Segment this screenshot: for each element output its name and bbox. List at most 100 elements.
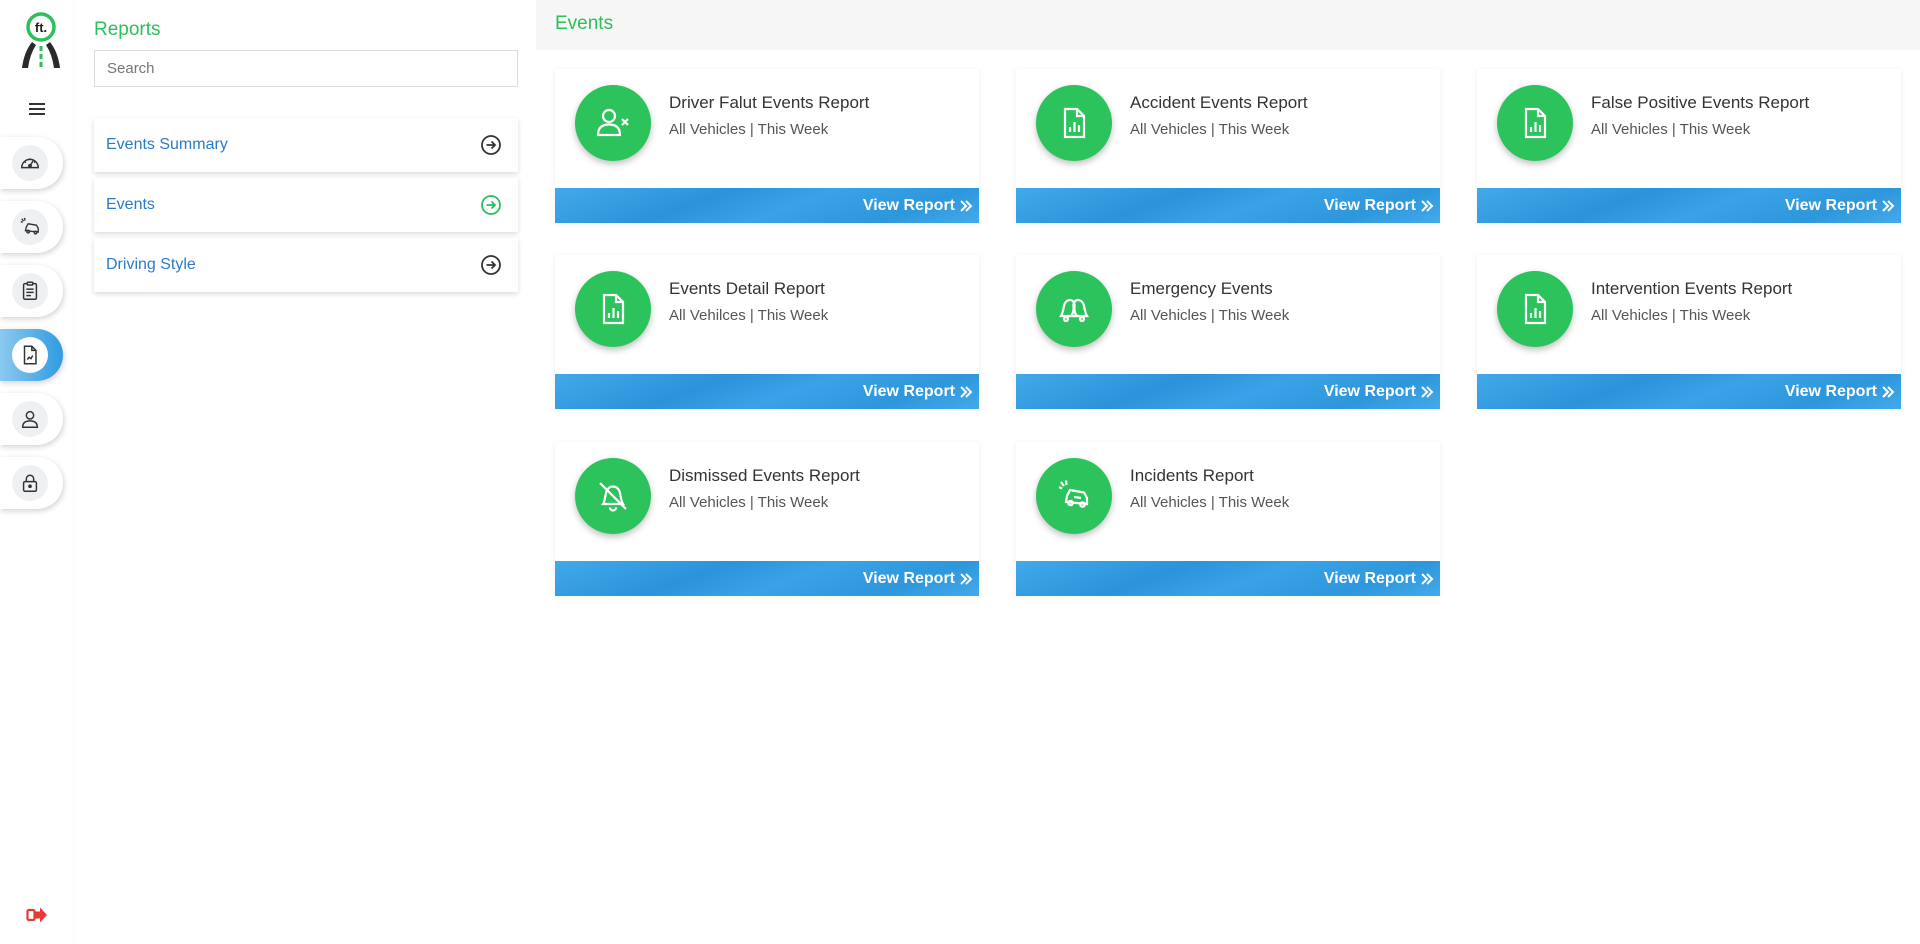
report-card-events-detail: Events Detail Report All Vehilces | This… (555, 255, 979, 409)
rail-reports-icon-wrap (12, 337, 48, 373)
nav-item-label: Driving Style (106, 256, 196, 273)
user-icon (21, 410, 39, 428)
rail-tasks-button[interactable] (0, 265, 63, 317)
card-icon-circle (1036, 85, 1112, 161)
report-card-accident: Accident Events Report All Vehicles | Th… (1016, 69, 1440, 223)
view-report-button[interactable]: View Report (1016, 374, 1440, 409)
arrow-circle-right-icon (481, 255, 501, 275)
double-chevron-right-icon (1421, 199, 1434, 212)
report-card-dismissed: Dismissed Events Report All Vehicles | T… (555, 442, 979, 596)
view-report-button[interactable]: View Report (555, 374, 979, 409)
main-header: Events (536, 0, 1920, 50)
card-subtitle: All Vehicles | This Week (1130, 121, 1290, 138)
report-card-incidents: Incidents Report All Vehicles | This Wee… (1016, 442, 1440, 596)
view-report-label: View Report (1784, 196, 1877, 214)
report-card-intervention: Intervention Events Report All Vehicles … (1477, 255, 1901, 409)
bells-icon (1058, 298, 1090, 323)
double-chevron-right-icon (960, 572, 973, 585)
rail-tasks-icon-wrap (12, 273, 48, 309)
card-icon-circle (575, 458, 651, 534)
card-title: Events Detail Report (669, 279, 825, 298)
nav-item-driving-style[interactable]: Driving Style (94, 238, 518, 292)
card-icon-circle (1497, 271, 1573, 347)
dashboard-gauge-icon (21, 158, 39, 169)
view-report-label: View Report (862, 569, 955, 587)
view-report-label: View Report (1323, 196, 1416, 214)
card-subtitle: All Vehicles | This Week (669, 121, 829, 138)
svg-text:ft.: ft. (35, 20, 47, 35)
card-icon-circle (1036, 458, 1112, 534)
nav-item-events-summary[interactable]: Events Summary (94, 118, 518, 172)
file-chart-icon (1524, 107, 1547, 139)
view-report-button[interactable]: View Report (555, 188, 979, 223)
search-input[interactable] (94, 50, 518, 87)
rail-security-icon-wrap (12, 465, 48, 501)
view-report-button[interactable]: View Report (1016, 561, 1440, 596)
card-icon-circle (1036, 271, 1112, 347)
rail-security-button[interactable] (0, 457, 63, 509)
double-chevron-right-icon (1882, 199, 1895, 212)
card-icon-circle (575, 271, 651, 347)
card-subtitle: All Vehicles | This Week (1591, 307, 1751, 324)
car-crash-icon (1058, 480, 1089, 508)
logo-icon: ft. (22, 12, 60, 68)
double-chevron-right-icon (960, 199, 973, 212)
hamburger-menu-icon[interactable] (26, 98, 48, 120)
nav-item-events[interactable]: Events (94, 178, 518, 232)
card-subtitle: All Vehicles | This Week (669, 494, 829, 511)
logout-icon[interactable] (26, 905, 48, 925)
card-title: Emergency Events (1130, 279, 1273, 298)
main-content: Events Driver Falut Events Report All Ve… (536, 0, 1920, 944)
rail-users-button[interactable] (0, 393, 63, 445)
arrow-circle-right-icon (481, 135, 501, 155)
view-report-button[interactable]: View Report (1477, 374, 1901, 409)
card-title: Accident Events Report (1130, 93, 1308, 112)
card-icon-circle (1497, 85, 1573, 161)
double-chevron-right-icon (1421, 385, 1434, 398)
rail-dashboard-icon-wrap (12, 145, 48, 181)
view-report-label: View Report (1323, 382, 1416, 400)
report-document-icon (23, 345, 37, 365)
view-report-button[interactable]: View Report (1016, 188, 1440, 223)
card-title: Incidents Report (1130, 466, 1254, 485)
card-title: Driver Falut Events Report (669, 93, 870, 112)
double-chevron-right-icon (1882, 385, 1895, 398)
file-chart-icon (602, 293, 625, 325)
view-report-button[interactable]: View Report (555, 561, 979, 596)
card-subtitle: All Vehicles | This Week (1130, 494, 1290, 511)
view-report-label: View Report (862, 196, 955, 214)
report-card-driver-fault: Driver Falut Events Report All Vehicles … (555, 69, 979, 223)
card-subtitle: All Vehicles | This Week (1130, 307, 1290, 324)
double-chevron-right-icon (1421, 572, 1434, 585)
clipboard-icon (22, 281, 38, 300)
rail-events-button[interactable] (0, 201, 63, 253)
view-report-label: View Report (1784, 382, 1877, 400)
report-card-false-positive: False Positive Events Report All Vehicle… (1477, 69, 1901, 223)
view-report-button[interactable]: View Report (1477, 188, 1901, 223)
report-card-emergency: Emergency Events All Vehicles | This Wee… (1016, 255, 1440, 409)
file-chart-icon (1524, 293, 1547, 325)
rail-dashboard-button[interactable] (0, 137, 63, 189)
lock-icon (22, 474, 38, 492)
panel-title: Reports (94, 19, 161, 40)
card-icon-circle (575, 85, 651, 161)
icon-rail: ft. (0, 0, 75, 944)
view-report-label: View Report (1323, 569, 1416, 587)
file-chart-icon (1063, 107, 1086, 139)
card-title: False Positive Events Report (1591, 93, 1810, 112)
bell-off-icon (599, 482, 627, 512)
rail-users-icon-wrap (12, 401, 48, 437)
rail-reports-button[interactable] (0, 329, 63, 381)
nav-item-label: Events Summary (106, 136, 228, 153)
double-chevron-right-icon (960, 385, 973, 398)
rail-events-icon-wrap (12, 209, 48, 245)
view-report-label: View Report (862, 382, 955, 400)
page-title: Events (555, 13, 614, 34)
user-x-icon (596, 108, 629, 137)
card-title: Intervention Events Report (1591, 279, 1793, 298)
reports-panel: Reports Events Summary Events Driving St… (75, 0, 536, 944)
card-title: Dismissed Events Report (669, 466, 860, 485)
card-subtitle: All Vehilces | This Week (669, 307, 829, 324)
card-subtitle: All Vehicles | This Week (1591, 121, 1751, 138)
nav-item-label: Events (106, 196, 155, 213)
